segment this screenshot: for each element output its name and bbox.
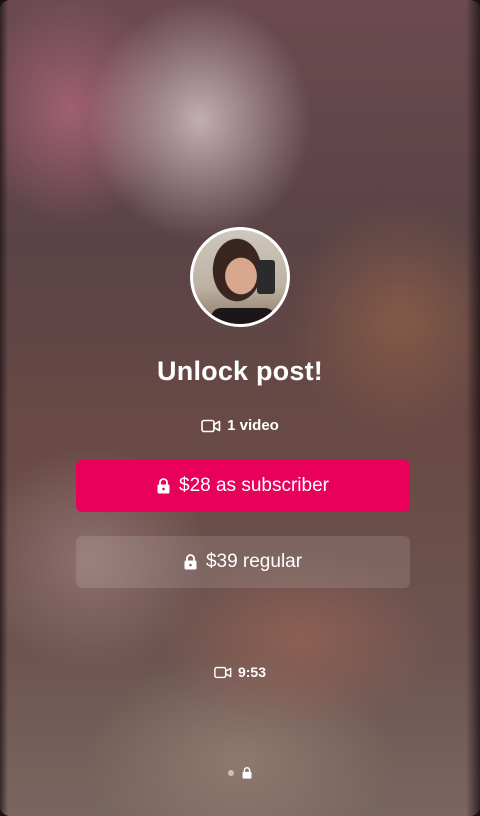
avatar-clothing-detail bbox=[211, 308, 275, 324]
page-title: Unlock post! bbox=[157, 356, 323, 386]
carousel-indicator bbox=[0, 767, 480, 779]
lock-icon bbox=[184, 554, 197, 570]
carousel-dot[interactable] bbox=[228, 770, 234, 776]
unlock-regular-label: $39 regular bbox=[205, 551, 303, 572]
unlock-subscriber-button[interactable]: $28 as subscriber bbox=[76, 460, 410, 512]
avatar[interactable] bbox=[190, 227, 290, 327]
media-count: 1 video bbox=[0, 417, 480, 434]
lock-icon bbox=[157, 478, 170, 494]
avatar-phone-detail bbox=[257, 260, 275, 294]
video-camera-icon bbox=[214, 666, 232, 679]
left-edge-shade bbox=[0, 0, 8, 816]
video-duration-label: 9:53 bbox=[237, 664, 267, 680]
unlock-subscriber-label: $28 as subscriber bbox=[179, 475, 329, 496]
unlock-regular-button[interactable]: $39 regular bbox=[76, 536, 410, 588]
video-camera-icon bbox=[201, 419, 221, 433]
media-count-label: 1 video bbox=[227, 417, 279, 434]
lock-icon[interactable] bbox=[242, 767, 252, 779]
locked-post-card: Unlock post! 1 video $28 as subscriber $… bbox=[0, 0, 480, 816]
right-edge-shade bbox=[466, 0, 480, 816]
video-duration: 9:53 bbox=[0, 664, 480, 680]
